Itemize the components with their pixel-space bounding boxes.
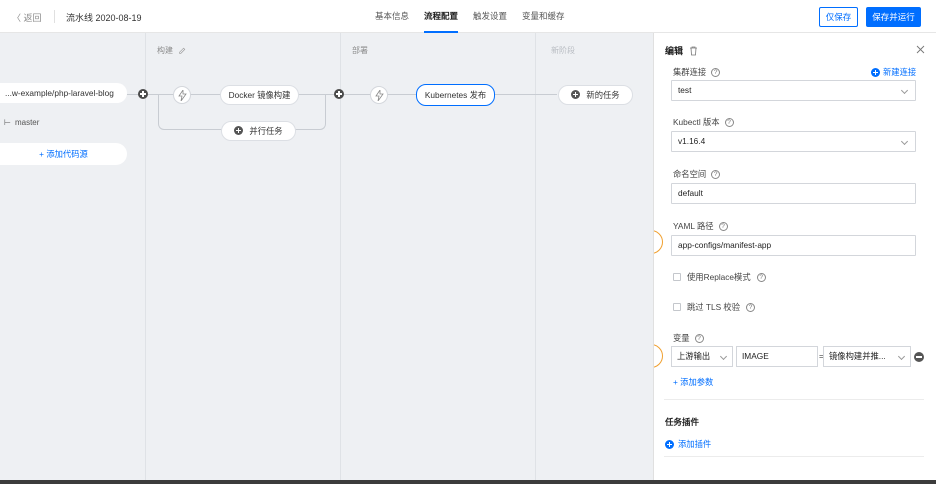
yaml-path-label-text: YAML 路径 [673,221,714,231]
window-bottom-edge [0,480,936,484]
plus-circle-icon [871,67,880,77]
edit-panel: 编辑 集群连接 ? 新建连接 test Kubectl 版本 ? v1.16.4… [653,33,936,480]
variable-source-select[interactable]: 上游输出 [671,346,733,367]
parallel-task-button[interactable]: 并行任务 [221,121,296,141]
tab-trigger-settings[interactable]: 触发设置 [473,0,507,33]
save-and-run-button[interactable]: 保存并运行 [866,7,921,27]
variable-value: 镜像构建并推... [829,351,886,361]
deploy-stage-title[interactable]: 部署 [352,45,368,56]
plus-icon [234,126,244,135]
panel-title: 编辑 [665,46,684,56]
callout-badge-2: 2 [654,344,663,368]
back-label: 〈 返回 [12,13,42,23]
close-icon[interactable] [916,45,925,54]
variable-source-value: 上游输出 [677,351,711,361]
new-connection-link[interactable]: 新建连接 [871,66,916,78]
new-connection-label: 新建连接 [883,67,917,77]
chevron-down-icon [900,86,909,95]
build-stage-label: 构建 [157,46,173,55]
add-plugin-link[interactable]: 添加插件 [665,438,711,450]
source-column: ...w-example/php-laravel-blog ⊢ master +… [0,33,145,480]
new-stage-title[interactable]: 新阶段 [551,45,575,56]
help-icon[interactable]: ? [724,117,734,127]
kubectl-version-select[interactable]: v1.16.4 [671,131,916,152]
plugins-section-title: 任务插件 [665,417,700,427]
yaml-path-label: YAML 路径 ? [673,220,728,232]
help-icon[interactable]: ? [694,333,704,343]
back-link[interactable]: 〈 返回 [12,11,42,24]
chevron-down-icon [897,352,906,361]
help-icon[interactable]: ? [746,302,756,312]
variables-label-text: 变量 [673,333,690,343]
docker-build-task[interactable]: Docker 镜像构建 [220,85,299,105]
repo-card[interactable]: ...w-example/php-laravel-blog [0,83,127,103]
add-plugin-label: 添加插件 [678,439,712,449]
remove-variable-icon[interactable] [914,352,924,362]
cluster-label-text: 集群连接 [673,67,707,77]
help-icon[interactable]: ? [711,169,721,179]
checkbox[interactable] [673,273,681,281]
kubectl-label: Kubectl 版本 ? [673,116,734,128]
cluster-label: 集群连接 ? [673,66,721,78]
yaml-path-input[interactable]: app-configs/manifest-app [671,235,916,256]
new-task-button[interactable]: 新的任务 [558,85,633,105]
cluster-value: test [678,85,692,95]
section-divider [664,399,924,400]
kubectl-label-text: Kubectl 版本 [673,117,720,127]
section-divider [664,456,924,457]
branch-name: master [14,118,40,127]
variables-label: 变量 ? [673,332,704,344]
replace-mode-checkbox[interactable]: 使用Replace模式 ? [673,271,766,283]
header-divider [54,10,55,23]
checkbox[interactable] [673,303,681,311]
chevron-down-icon [719,352,728,361]
branch-row: ⊢ master [4,118,39,127]
parallel-task-label: 并行任务 [249,126,283,136]
add-node-icon[interactable] [334,89,344,99]
tab-basic-info[interactable]: 基本信息 [375,0,409,33]
chevron-down-icon [900,137,909,146]
namespace-label: 命名空间 ? [673,168,721,180]
callout-badge-1: 1 [654,230,663,254]
plus-icon [571,90,581,99]
top-bar: 〈 返回 流水线 2020-08-19 基本信息 流程配置 触发设置 变量和缓存… [0,0,936,33]
help-icon[interactable]: ? [711,67,721,77]
trash-icon[interactable] [689,46,698,56]
skip-tls-checkbox[interactable]: 跳过 TLS 校验 ? [673,301,756,313]
pipeline-canvas: ...w-example/php-laravel-blog ⊢ master +… [0,33,653,480]
save-only-button[interactable]: 仅保存 [819,7,858,27]
tab-flow-config[interactable]: 流程配置 [424,0,459,33]
pencil-icon[interactable] [178,47,186,55]
kubectl-version-value: v1.16.4 [678,136,706,146]
trigger-bolt-icon[interactable] [173,86,191,104]
add-node-icon[interactable] [138,89,148,99]
kubernetes-deploy-task[interactable]: Kubernetes 发布 [416,84,495,106]
skip-tls-label: 跳过 TLS 校验 [687,302,741,312]
tab-vars-cache[interactable]: 变量和缓存 [522,0,565,33]
tab-bar: 基本信息 流程配置 触发设置 变量和缓存 [375,0,565,33]
namespace-input[interactable]: default [671,183,916,204]
trigger-bolt-icon[interactable] [370,86,388,104]
help-icon[interactable]: ? [756,272,766,282]
branch-icon: ⊢ [4,118,11,127]
plus-circle-icon [665,439,674,449]
namespace-label-text: 命名空间 [673,169,707,179]
panel-header: 编辑 [665,44,698,57]
new-task-label: 新的任务 [586,90,620,100]
build-stage-title[interactable]: 构建 [157,45,186,56]
add-parameter-link[interactable]: + 添加参数 [673,376,713,388]
cluster-select[interactable]: test [671,80,916,101]
help-icon[interactable]: ? [718,221,728,231]
variable-value-select[interactable]: 镜像构建并推... [823,346,911,367]
add-source-button[interactable]: + 添加代码源 [0,143,127,165]
replace-mode-label: 使用Replace模式 [687,272,751,282]
variable-name-input[interactable]: IMAGE [736,346,818,367]
pipeline-title: 流水线 2020-08-19 [66,13,142,23]
